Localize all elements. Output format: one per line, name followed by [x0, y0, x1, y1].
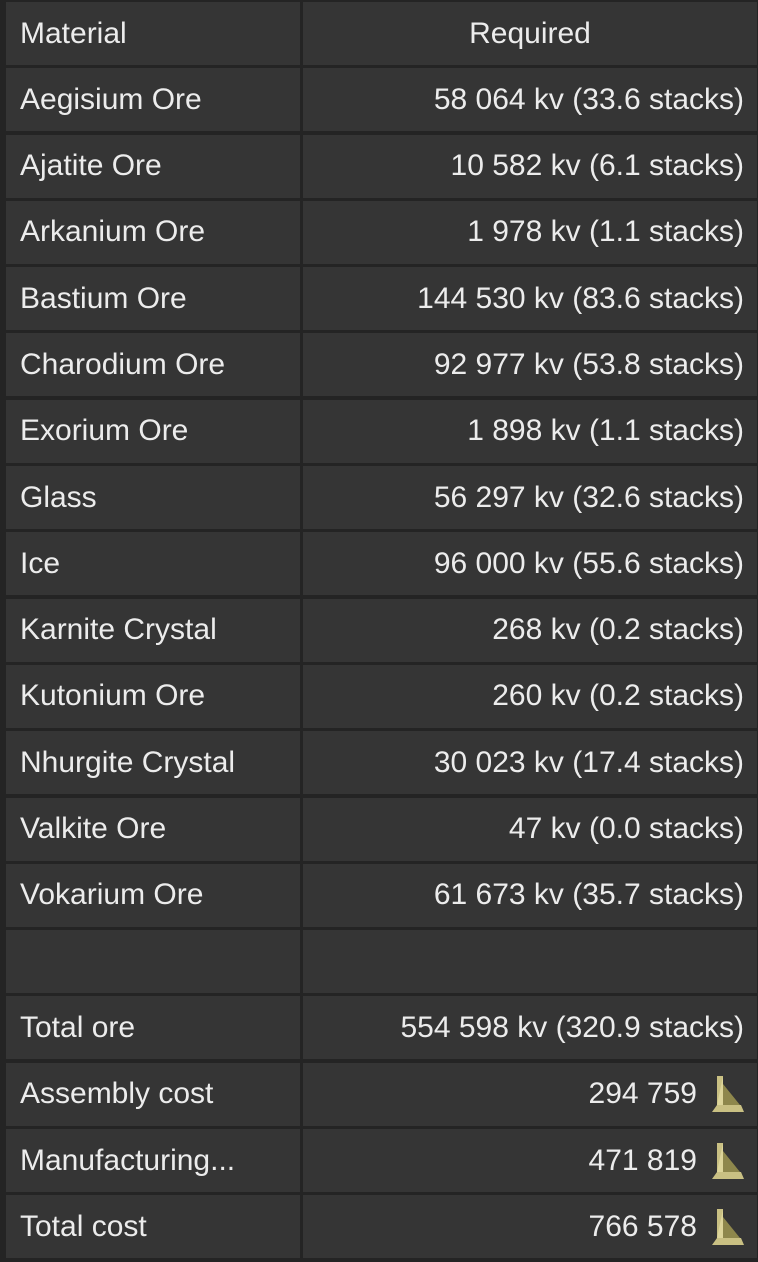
material-name: Nhurgite Crystal [6, 731, 300, 795]
manufacturing-label: Manufacturing... [6, 1129, 300, 1193]
table-row: Arkanium Ore 1 978 kv (1.1 stacks) [6, 200, 757, 264]
spacer-row [6, 930, 757, 994]
table-row: Valkite Ore 47 kv (0.0 stacks) [6, 797, 757, 861]
assembly-cost-value: 294 759 [588, 1077, 697, 1111]
table-row: Karnite Crystal 268 kv (0.2 stacks) [6, 598, 757, 662]
material-name: Exorium Ore [6, 399, 300, 463]
material-name: Kutonium Ore [6, 664, 300, 728]
material-required: 56 297 kv (32.6 stacks) [303, 466, 757, 530]
assembly-cost-cell: 294 759 [303, 1062, 757, 1126]
material-required: 1 978 kv (1.1 stacks) [303, 200, 757, 264]
manufacturing-cost-row: Manufacturing... 471 819 [6, 1129, 757, 1193]
spacer-cell [303, 930, 757, 994]
table-row: Charodium Ore 92 977 kv (53.8 stacks) [6, 333, 757, 397]
table-row: Vokarium Ore 61 673 kv (35.7 stacks) [6, 863, 757, 927]
total-ore-row: Total ore 554 598 kv (320.9 stacks) [6, 996, 757, 1060]
table-row: Glass 56 297 kv (32.6 stacks) [6, 466, 757, 530]
material-name: Arkanium Ore [6, 200, 300, 264]
material-required: 1 898 kv (1.1 stacks) [303, 399, 757, 463]
spacer-cell [6, 930, 300, 994]
material-required: 144 530 kv (83.6 stacks) [303, 267, 757, 331]
material-required: 47 kv (0.0 stacks) [303, 797, 757, 861]
material-required: 260 kv (0.2 stacks) [303, 664, 757, 728]
materials-table: Material Required Aegisium Ore 58 064 kv… [6, 2, 757, 1262]
material-name: Ice [6, 532, 300, 596]
material-name: Vokarium Ore [6, 863, 300, 927]
total-cost-row: Total cost 766 578 [6, 1195, 757, 1259]
table-row: Nhurgite Crystal 30 023 kv (17.4 stacks) [6, 731, 757, 795]
table-row: Ice 96 000 kv (55.6 stacks) [6, 532, 757, 596]
table-header: Material Required [6, 2, 757, 65]
manufacturing-value: 471 819 [588, 1143, 697, 1177]
material-required: 10 582 kv (6.1 stacks) [303, 134, 757, 198]
currency-icon [712, 1076, 744, 1113]
total-cost-cell: 766 578 [303, 1195, 757, 1259]
material-name: Glass [6, 466, 300, 530]
currency-icon [712, 1208, 744, 1245]
material-required: 92 977 kv (53.8 stacks) [303, 333, 757, 397]
table-row: Exorium Ore 1 898 kv (1.1 stacks) [6, 399, 757, 463]
total-cost-value: 766 578 [588, 1209, 697, 1243]
material-required: 96 000 kv (55.6 stacks) [303, 532, 757, 596]
material-name: Bastium Ore [6, 267, 300, 331]
currency-icon [712, 1142, 744, 1179]
table-row: Kutonium Ore 260 kv (0.2 stacks) [6, 664, 757, 728]
assembly-cost-label: Assembly cost [6, 1062, 300, 1126]
table-row: Aegisium Ore 58 064 kv (33.6 stacks) [6, 68, 757, 132]
table-row: Ajatite Ore 10 582 kv (6.1 stacks) [6, 134, 757, 198]
material-required: 30 023 kv (17.4 stacks) [303, 731, 757, 795]
table-row: Bastium Ore 144 530 kv (83.6 stacks) [6, 267, 757, 331]
material-required: 61 673 kv (35.7 stacks) [303, 863, 757, 927]
material-name: Aegisium Ore [6, 68, 300, 132]
total-ore-label: Total ore [6, 996, 300, 1060]
required-column-header: Required [303, 2, 757, 65]
assembly-cost-row: Assembly cost 294 759 [6, 1062, 757, 1126]
total-ore-value: 554 598 kv (320.9 stacks) [303, 996, 757, 1060]
material-column-header: Material [6, 2, 300, 65]
material-required: 58 064 kv (33.6 stacks) [303, 68, 757, 132]
material-name: Ajatite Ore [6, 134, 300, 198]
material-required: 268 kv (0.2 stacks) [303, 598, 757, 662]
manufacturing-cell: 471 819 [303, 1129, 757, 1193]
material-name: Charodium Ore [6, 333, 300, 397]
total-cost-label: Total cost [6, 1195, 300, 1259]
material-name: Valkite Ore [6, 797, 300, 861]
material-name: Karnite Crystal [6, 598, 300, 662]
